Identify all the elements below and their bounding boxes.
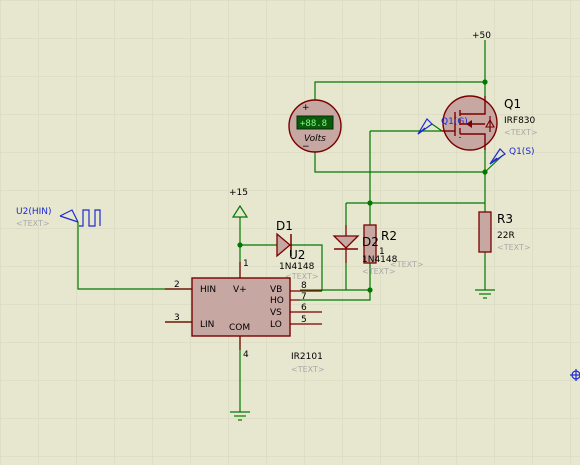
u2-part: IR2101 — [291, 352, 323, 362]
u2-pinnum-com: 4 — [243, 350, 249, 360]
r3-text: <TEXT> — [497, 243, 531, 252]
voltmeter-display: +88.8 — [300, 119, 327, 129]
r3-ref: R3 — [497, 212, 513, 226]
u2-pin-hin: HIN — [200, 285, 216, 295]
d1-ref: D1 — [276, 219, 293, 233]
r2-ref: R2 — [381, 229, 397, 243]
probe-gate-label: Q1(G) — [441, 117, 468, 127]
u2-pin-vs: VS — [270, 308, 282, 318]
d2-text: <TEXT> — [362, 267, 396, 276]
schematic-canvas[interactable]: +50 +15 +88.8 Volts + − Q1 IRF830 <TEXT>… — [0, 0, 580, 465]
u2-pin-lin: LIN — [200, 320, 214, 330]
u2-pin-lo: LO — [270, 320, 282, 330]
power-label-50v: +50 — [472, 31, 491, 41]
u2-pin-vplus: V+ — [233, 285, 247, 295]
r3-value: 22R — [497, 231, 515, 241]
u2-pinnum-vb: 8 — [301, 281, 307, 291]
d2-ref: D2 — [362, 235, 379, 249]
u2-pin-ho: HO — [270, 296, 284, 306]
probe-source-label: Q1(S) — [509, 147, 535, 157]
u2-pin-vb: VB — [270, 285, 282, 295]
gen-ref: U2(HIN) — [16, 207, 52, 217]
u2-pinnum-hin: 2 — [174, 280, 180, 290]
q1-ref: Q1 — [504, 97, 521, 111]
q1-text: <TEXT> — [504, 128, 538, 137]
voltmeter-plus: + — [302, 103, 310, 113]
power-label-15v: +15 — [229, 188, 248, 198]
d1-part: 1N4148 — [279, 262, 315, 272]
u2-ref: U2 — [289, 248, 305, 262]
u2-pinnum-vplus: 1 — [243, 259, 249, 269]
u2-pinnum-vs: 6 — [301, 303, 307, 313]
q1-part: IRF830 — [504, 116, 536, 126]
u2-pin-com: COM — [229, 323, 250, 333]
voltmeter-minus: − — [302, 142, 310, 152]
gen-text: <TEXT> — [16, 219, 50, 228]
u2-text: <TEXT> — [291, 365, 325, 374]
d2-part: 1N4148 — [362, 255, 398, 265]
u2-pinnum-ho: 7 — [301, 292, 307, 302]
u2-pinnum-lo: 5 — [301, 315, 307, 325]
u2-pinnum-lin: 3 — [174, 313, 180, 323]
